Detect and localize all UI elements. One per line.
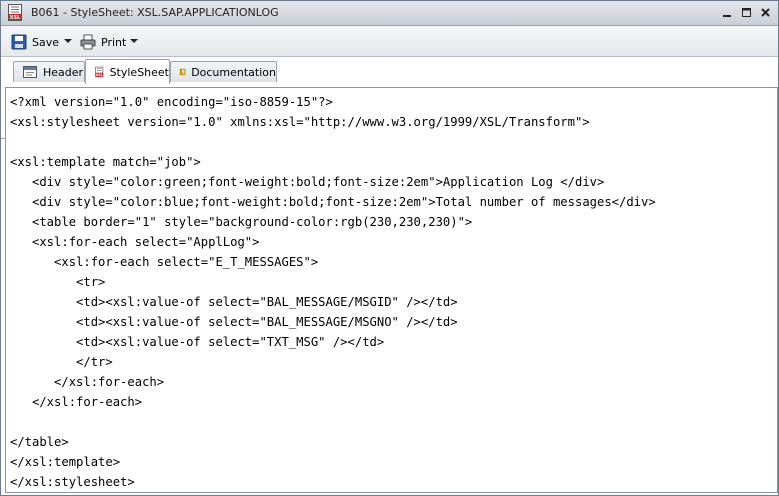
code-line: </xsl:for-each> bbox=[10, 375, 165, 389]
print-dropdown-arrow-icon[interactable] bbox=[130, 39, 138, 43]
tab-strip: Header XSL StyleSheet Documentation bbox=[1, 57, 778, 139]
svg-text:XSL: XSL bbox=[96, 73, 104, 77]
maximize-icon bbox=[742, 8, 751, 17]
code-line: </xsl:for-each> bbox=[10, 395, 143, 409]
save-button[interactable]: Save bbox=[11, 32, 59, 52]
stylesheet-window: XSL B061 - StyleSheet: XSL.SAP.APPLICATI… bbox=[0, 0, 779, 496]
close-button[interactable] bbox=[758, 5, 773, 20]
code-line: <td><xsl:value-of select="BAL_MESSAGE/MS… bbox=[10, 315, 458, 329]
tab-documentation[interactable]: Documentation bbox=[170, 61, 277, 82]
code-line: <xsl:for-each select="ApplLog"> bbox=[10, 235, 260, 249]
tab-stylesheet-label: StyleSheet bbox=[109, 65, 169, 79]
tab-documentation-label: Documentation bbox=[191, 65, 276, 79]
code-line: <div style="color:green;font-weight:bold… bbox=[10, 175, 605, 189]
code-line: <xsl:template match="job"> bbox=[10, 155, 201, 169]
code-line: <xsl:for-each select="E_T_MESSAGES"> bbox=[10, 255, 319, 269]
code-line: </table> bbox=[10, 435, 69, 449]
code-line: <td><xsl:value-of select="TXT_MSG" /></t… bbox=[10, 335, 385, 349]
title-bar[interactable]: XSL B061 - StyleSheet: XSL.SAP.APPLICATI… bbox=[1, 1, 778, 26]
stylesheet-editor[interactable]: <?xml version="1.0" encoding="iso-8859-1… bbox=[5, 87, 778, 493]
code-line: <div style="color:blue;font-weight:bold;… bbox=[10, 195, 656, 209]
toolbar: Save Print bbox=[1, 26, 778, 57]
xsl-document-icon: XSL bbox=[8, 4, 22, 21]
close-icon bbox=[761, 8, 770, 17]
code-line: </xsl:template> bbox=[10, 455, 121, 469]
print-label: Print bbox=[101, 35, 127, 49]
code-line: <td><xsl:value-of select="BAL_MESSAGE/MS… bbox=[10, 295, 458, 309]
svg-text:XSL: XSL bbox=[10, 15, 21, 21]
save-label: Save bbox=[32, 35, 60, 49]
save-dropdown-arrow-icon[interactable] bbox=[64, 39, 72, 43]
code-line: <?xml version="1.0" encoding="iso-8859-1… bbox=[10, 95, 333, 109]
code-line: </tr> bbox=[10, 355, 113, 369]
code-line: </xsl:stylesheet> bbox=[10, 475, 135, 489]
printer-icon bbox=[80, 34, 96, 50]
book-icon bbox=[179, 68, 186, 76]
maximize-button[interactable] bbox=[739, 5, 754, 20]
window-title: B061 - StyleSheet: XSL.SAP.APPLICATIONLO… bbox=[31, 6, 279, 19]
header-icon bbox=[23, 66, 37, 78]
tab-header[interactable]: Header bbox=[13, 61, 85, 82]
code-line: <tr> bbox=[10, 275, 106, 289]
minimize-button[interactable] bbox=[720, 5, 735, 20]
tab-stylesheet[interactable]: XSL StyleSheet bbox=[85, 59, 170, 84]
code-text[interactable]: <?xml version="1.0" encoding="iso-8859-1… bbox=[10, 92, 656, 492]
tab-header-label: Header bbox=[43, 65, 84, 79]
code-line: <table border="1" style="background-colo… bbox=[10, 215, 473, 229]
minimize-icon bbox=[723, 15, 731, 17]
print-button[interactable]: Print bbox=[80, 32, 126, 52]
xsl-icon: XSL bbox=[95, 66, 104, 78]
code-line: <xsl:stylesheet version="1.0" xmlns:xsl=… bbox=[10, 115, 590, 129]
save-icon bbox=[11, 34, 27, 50]
